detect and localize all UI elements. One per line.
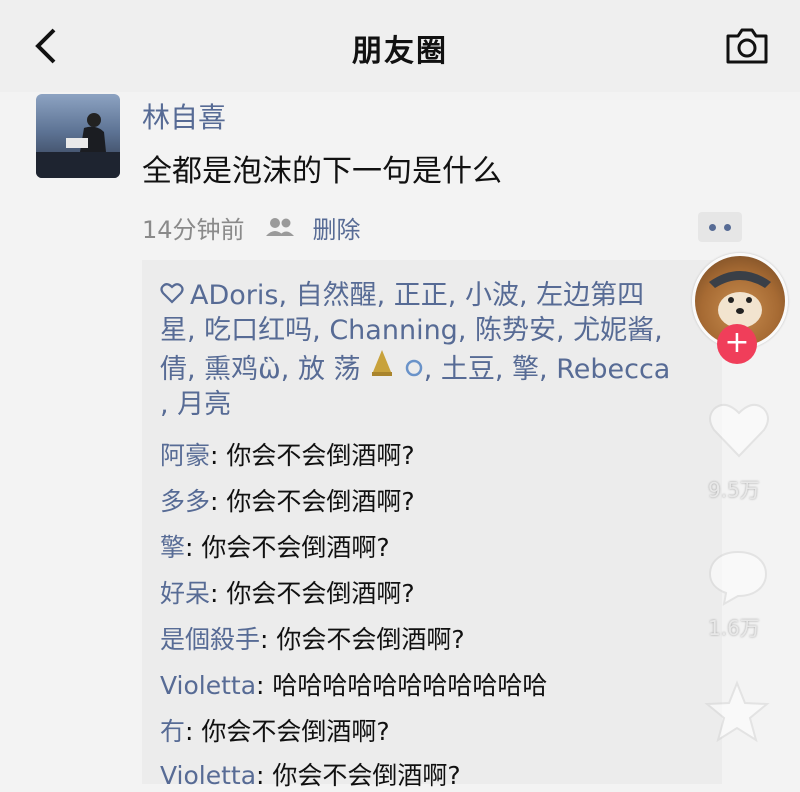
more-dots-icon[interactable] [698,212,742,242]
likes-line-3-emoji: ὣ, 放 荡 [258,354,370,385]
like-count: 9.5万 [708,478,760,502]
comment-item[interactable]: 是個殺手: 你会不会倒酒啊? [160,620,465,656]
comment-text: : 你会不会倒酒啊? [185,533,390,562]
comment-item[interactable]: 好呆: 你会不会倒酒啊? [160,574,415,610]
comment-text: : 你会不会倒酒啊? [260,625,465,654]
comment-text: : 你会不会倒酒啊? [210,579,415,608]
comment-icon[interactable] [706,548,770,606]
comment-author[interactable]: 冇 [160,717,185,746]
comment-text: : 你会不会倒酒啊? [256,761,461,790]
comment-author[interactable]: 是個殺手 [160,625,260,654]
post-meta: 14分钟前 删除 [142,210,361,244]
author-avatar[interactable] [36,94,120,178]
comment-author[interactable]: Violetta [160,671,256,700]
delete-link[interactable]: 删除 [313,210,361,245]
circle-emoji-icon [405,359,422,377]
likes-line-4: , 月亮 [160,389,232,420]
comment-text: : 你会不会倒酒啊? [210,487,415,516]
post-text: 全都是泡沫的下一句是什么 [142,154,502,189]
comment-item[interactable]: 冇: 你会不会倒酒啊? [160,712,390,748]
comment-item[interactable]: Violetta: 哈哈哈哈哈哈哈哈哈哈哈 [160,666,547,702]
comment-count: 1.6万 [708,616,760,640]
comment-text: : 你会不会倒酒啊? [210,441,415,470]
follow-plus-button[interactable]: + [717,324,757,364]
likes-line-1: ADoris, 自然醒, 正正, 小波, 左边第四 [190,280,645,311]
likes-list: ADoris, 自然醒, 正正, 小波, 左边第四 星, 吃口红吗, Chann… [160,278,720,422]
comment-author[interactable]: 擎 [160,533,185,562]
comment-item[interactable]: Violetta: 你会不会倒酒啊? [160,756,461,792]
author-name[interactable]: 林自喜 [142,96,226,136]
likes-line-3-tail: , 土豆, 擎, Rebecca [423,354,671,385]
likes-line-2: 星, 吃口红吗, Channing, 陈势安, 尤妮酱, [160,315,663,346]
bell-emoji-icon [372,350,393,376]
people-icon [265,218,294,236]
comment-author[interactable]: 阿豪 [160,441,210,470]
page-title: 朋友圈 [352,34,448,69]
comment-author[interactable]: 多多 [160,487,210,516]
post-time: 14分钟前 [142,215,245,244]
camera-icon[interactable] [724,26,770,66]
comment-item[interactable]: 阿豪: 你会不会倒酒啊? [160,436,415,472]
likes-line-3: 倩, 熏鸡 [160,354,259,385]
comment-text: : 哈哈哈哈哈哈哈哈哈哈哈 [256,671,548,700]
heart-icon[interactable] [706,400,772,460]
comment-author[interactable]: Violetta [160,761,256,790]
comment-author[interactable]: 好呆 [160,579,210,608]
comment-text: : 你会不会倒酒啊? [185,717,390,746]
comment-item[interactable]: 擎: 你会不会倒酒啊? [160,528,390,564]
heart-icon [160,283,184,304]
star-icon[interactable] [704,680,770,744]
comment-item[interactable]: 多多: 你会不会倒酒啊? [160,482,415,518]
